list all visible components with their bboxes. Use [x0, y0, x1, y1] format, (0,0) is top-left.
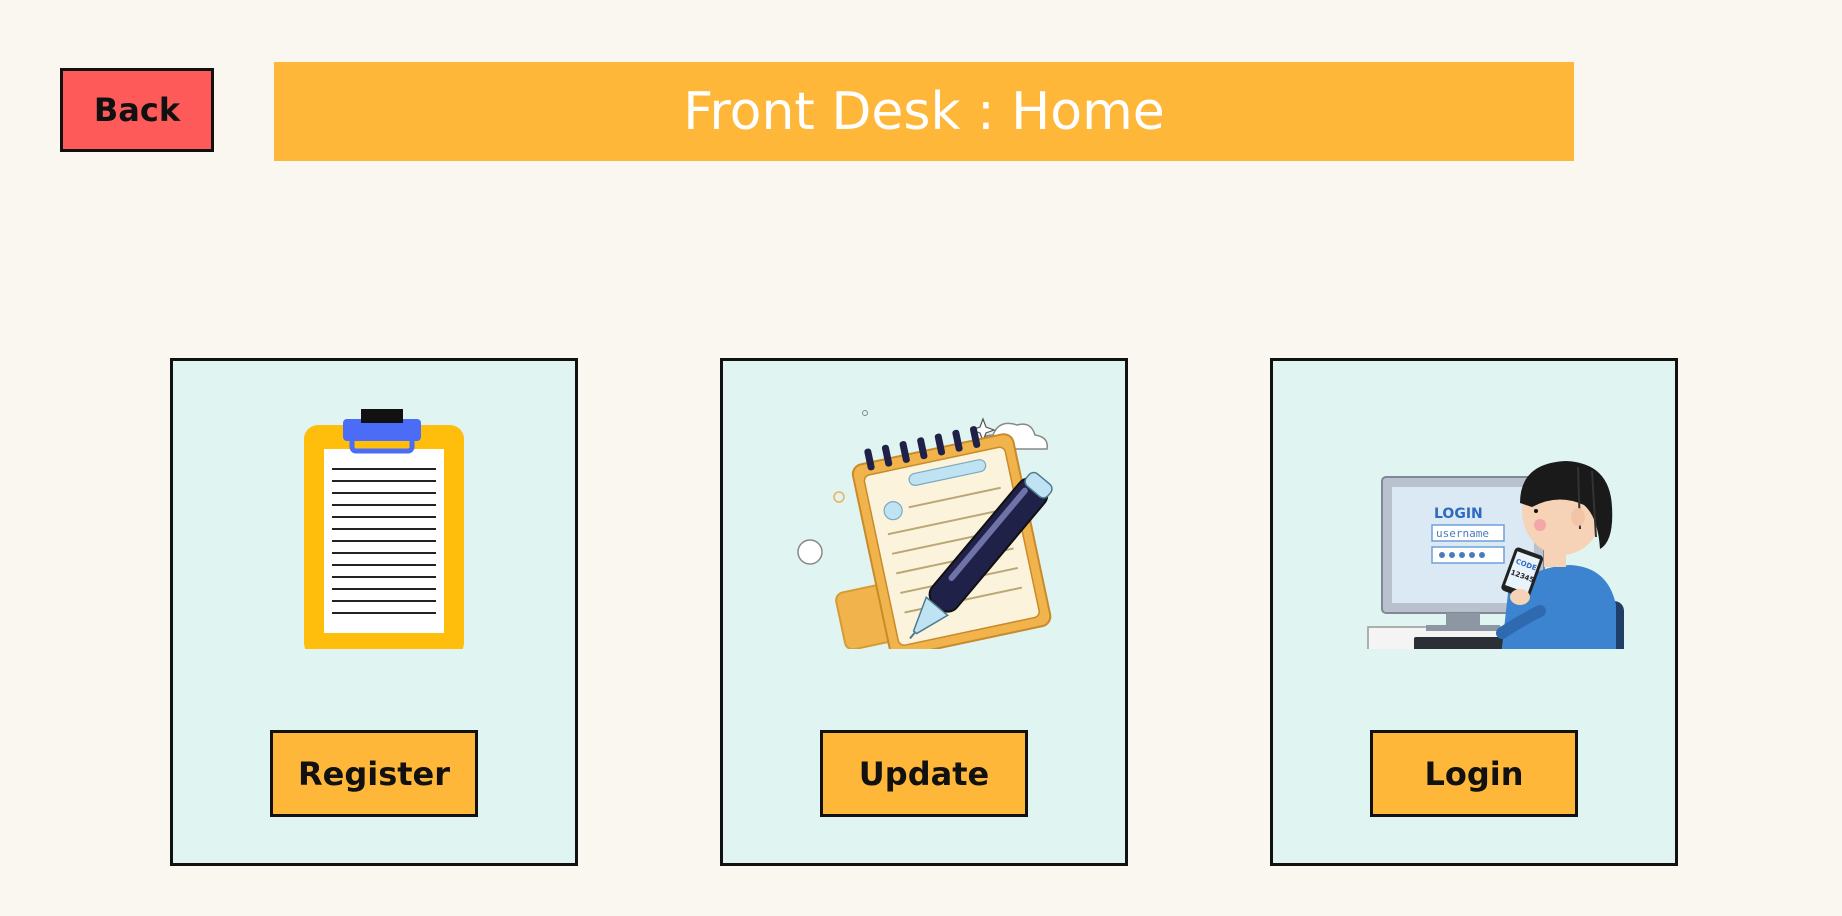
illustration-login-text: LOGIN [1434, 506, 1483, 522]
login-button[interactable]: Login [1370, 730, 1578, 817]
update-card: Update [720, 358, 1128, 866]
page-title: Front Desk : Home [274, 62, 1574, 161]
person-login-computer-icon: LOGIN username CODE 12345 [1324, 409, 1624, 649]
clipboard-icon [224, 409, 524, 649]
illustration-username-text: username [1436, 527, 1489, 540]
update-button[interactable]: Update [820, 730, 1028, 817]
register-card: Register [170, 358, 578, 866]
back-button[interactable]: Back [60, 68, 214, 152]
register-button[interactable]: Register [270, 730, 478, 817]
login-card: LOGIN username CODE 12345 Login [1270, 358, 1678, 866]
notepad-pen-icon [774, 409, 1074, 649]
